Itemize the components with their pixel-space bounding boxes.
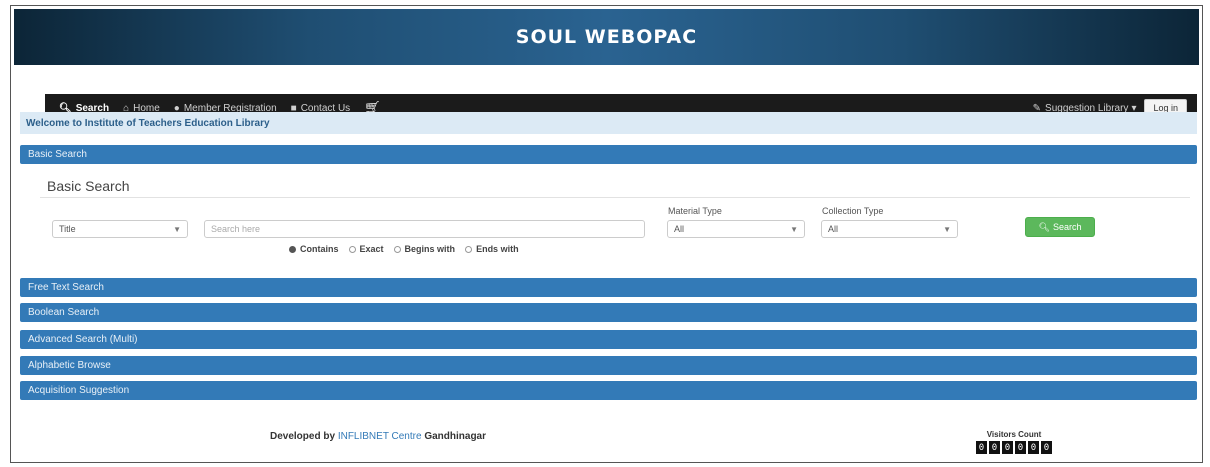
radio-label: Exact (359, 244, 384, 254)
radio-exact[interactable]: Exact (348, 244, 384, 254)
radio-label: Ends with (476, 244, 519, 254)
divider (40, 197, 1190, 198)
panel-head-alphabetic-browse[interactable]: Alphabetic Browse (20, 356, 1197, 375)
radio-label: Contains (300, 244, 339, 254)
welcome-text: Welcome to Institute of Teachers Educati… (26, 117, 270, 129)
search-icon: 🔍︎ (1038, 221, 1050, 232)
visitors-label: Visitors Count (986, 430, 1042, 439)
panel-head-label: Alphabetic Browse (28, 360, 111, 371)
counter-digit: 0 (1015, 441, 1026, 454)
panel-head-free-text-search[interactable]: Free Text Search (20, 278, 1197, 297)
counter-digit: 0 (1028, 441, 1039, 454)
radio-label: Begins with (404, 244, 456, 254)
panel-head-basic-search[interactable]: Basic Search (20, 145, 1197, 164)
collection-type-label: Collection Type (822, 206, 884, 216)
chevron-down-icon: ▼ (790, 224, 798, 234)
developed-prefix: Developed by (270, 431, 336, 442)
developed-by-text: Developed by INFLIBNET Centre Gandhinaga… (270, 431, 486, 442)
radio-ends-with[interactable]: Ends with (465, 244, 519, 254)
chevron-down-icon: ▼ (173, 224, 181, 234)
counter-digits: 0 0 0 0 0 0 (964, 441, 1064, 454)
radio-contains[interactable]: Contains (289, 244, 339, 254)
counter-digit: 0 (1002, 441, 1013, 454)
collection-type-select[interactable]: All ▼ (821, 220, 958, 238)
radio-dot (289, 245, 296, 253)
material-type-select[interactable]: All ▼ (667, 220, 805, 238)
match-type-radio-group: Contains Exact Begins with Ends with (289, 244, 529, 254)
radio-begins-with[interactable]: Begins with (393, 244, 456, 254)
app-title: SOUL WEBOPAC (515, 26, 698, 48)
radio-dot (465, 245, 473, 253)
chevron-down-icon: ▼ (943, 224, 951, 234)
search-field-value: Title (59, 224, 76, 234)
radio-dot (393, 245, 401, 253)
basic-search-title: Basic Search (47, 178, 130, 194)
search-button-label: Search (1052, 222, 1082, 232)
panel-head-label: Boolean Search (28, 307, 100, 318)
material-type-value: All (674, 224, 685, 234)
visitors-counter: Visitors Count 0 0 0 0 0 0 (964, 430, 1064, 454)
panel-head-label: Free Text Search (28, 282, 104, 293)
inflibnet-link[interactable]: INFLIBNET Centre (338, 431, 422, 442)
panel-head-label: Advanced Search (Multi) (28, 334, 138, 345)
developed-suffix: Gandhinagar (424, 431, 487, 442)
panel-head-label: Basic Search (28, 149, 87, 160)
counter-digit: 0 (976, 441, 987, 454)
counter-digit: 0 (989, 441, 1000, 454)
panel-head-acquisition-suggestion[interactable]: Acquisition Suggestion (20, 381, 1197, 400)
counter-digit: 0 (1041, 441, 1052, 454)
search-input[interactable]: Search here (204, 220, 645, 238)
panel-head-label: Acquisition Suggestion (28, 385, 130, 396)
search-field-select[interactable]: Title ▼ (52, 220, 188, 238)
welcome-bar: Welcome to Institute of Teachers Educati… (20, 112, 1197, 134)
material-type-label: Material Type (668, 206, 722, 216)
basic-search-panel (20, 164, 1197, 274)
collection-type-value: All (828, 224, 839, 234)
header-banner: SOUL WEBOPAC (14, 9, 1199, 65)
panel-head-boolean-search[interactable]: Boolean Search (20, 303, 1197, 322)
radio-dot (348, 245, 356, 253)
panel-head-advanced-search[interactable]: Advanced Search (Multi) (20, 330, 1197, 349)
search-input-placeholder: Search here (211, 224, 261, 234)
search-button[interactable]: 🔍︎ Search (1025, 217, 1095, 237)
